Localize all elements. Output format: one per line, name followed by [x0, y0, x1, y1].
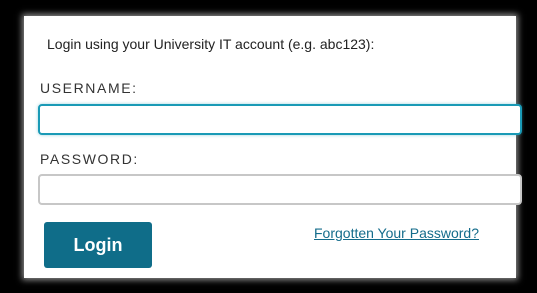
login-button[interactable]: Login: [44, 222, 152, 268]
password-input[interactable]: [40, 176, 520, 203]
username-field-wrapper: [38, 104, 522, 135]
forgot-password-link[interactable]: Forgotten Your Password?: [314, 225, 479, 241]
password-field-wrapper: [38, 174, 522, 205]
password-label: PASSWORD:: [40, 151, 139, 167]
login-panel: Login using your University IT account (…: [24, 16, 522, 278]
username-input[interactable]: [40, 106, 520, 133]
username-label: USERNAME:: [40, 80, 138, 96]
login-instructions: Login using your University IT account (…: [47, 36, 375, 52]
screenshot-frame: Login using your University IT account (…: [0, 0, 537, 293]
